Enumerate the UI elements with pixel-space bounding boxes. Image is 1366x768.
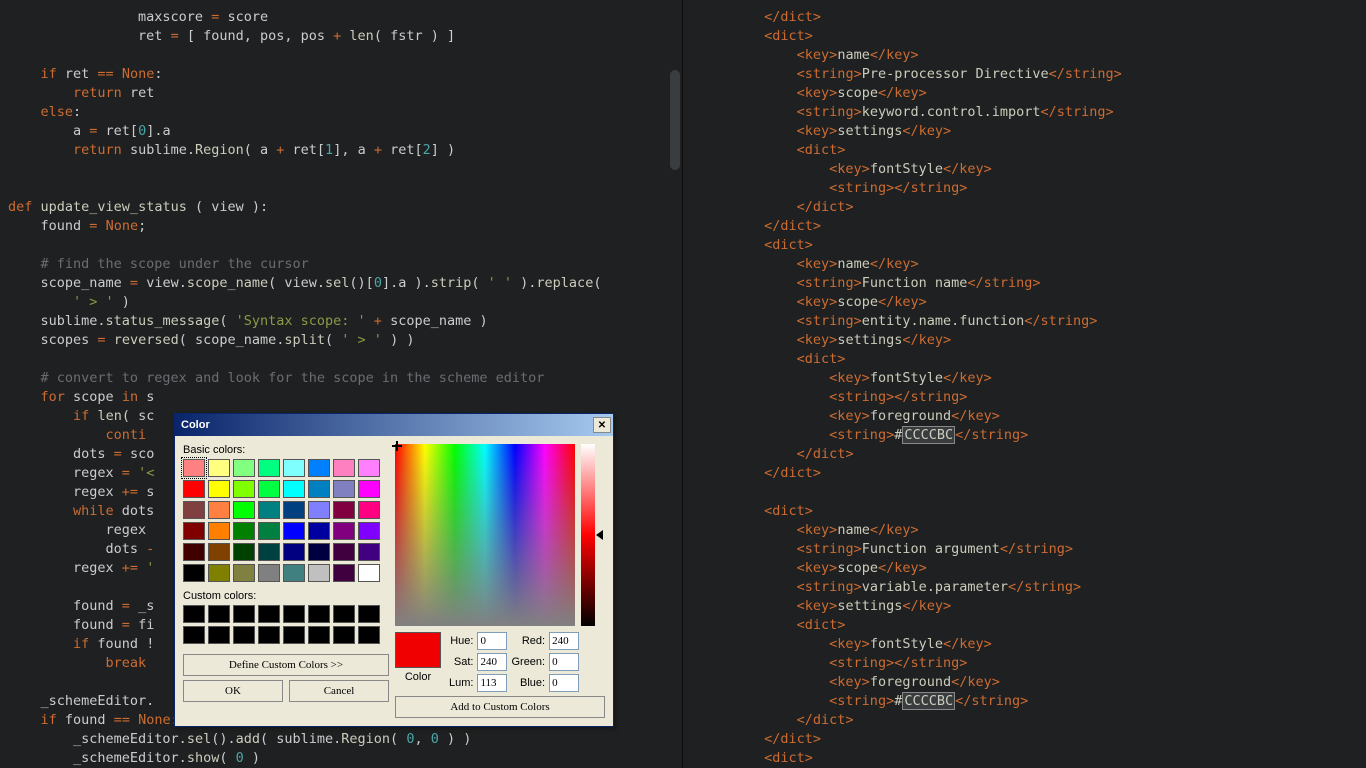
custom-colors-grid [183, 605, 389, 644]
ok-button[interactable]: OK [183, 680, 283, 702]
blue-label: Blue: [511, 677, 545, 689]
basic-color-swatch[interactable] [183, 501, 205, 519]
basic-color-swatch[interactable] [233, 543, 255, 561]
color-preview [395, 632, 441, 668]
basic-color-swatch[interactable] [258, 522, 280, 540]
custom-color-swatch[interactable] [358, 626, 380, 644]
custom-color-swatch[interactable] [208, 605, 230, 623]
basic-color-swatch[interactable] [358, 480, 380, 498]
basic-color-swatch[interactable] [233, 480, 255, 498]
dialog-title: Color [181, 419, 593, 431]
basic-color-swatch[interactable] [183, 564, 205, 582]
custom-color-swatch[interactable] [308, 605, 330, 623]
custom-color-swatch[interactable] [308, 626, 330, 644]
basic-color-swatch[interactable] [308, 459, 330, 477]
basic-color-swatch[interactable] [333, 501, 355, 519]
basic-color-swatch[interactable] [283, 564, 305, 582]
custom-color-swatch[interactable] [283, 605, 305, 623]
basic-color-swatch[interactable] [258, 501, 280, 519]
basic-color-swatch[interactable] [358, 543, 380, 561]
scrollbar-left[interactable] [670, 70, 680, 170]
basic-color-swatch[interactable] [183, 480, 205, 498]
green-input[interactable] [549, 653, 579, 671]
cancel-button[interactable]: Cancel [289, 680, 389, 702]
code-editor-right[interactable]: </dict> <dict> <key>name</key> <string>P… [683, 0, 1366, 768]
color-gradient-picker[interactable] [395, 444, 575, 626]
basic-color-swatch[interactable] [283, 522, 305, 540]
basic-colors-grid [183, 459, 389, 582]
basic-color-swatch[interactable] [358, 501, 380, 519]
custom-color-swatch[interactable] [233, 626, 255, 644]
basic-color-swatch[interactable] [358, 459, 380, 477]
basic-color-swatch[interactable] [258, 459, 280, 477]
editor-pane-right[interactable]: </dict> <dict> <key>name</key> <string>P… [683, 0, 1366, 768]
basic-color-swatch[interactable] [308, 522, 330, 540]
custom-color-swatch[interactable] [233, 605, 255, 623]
basic-color-swatch[interactable] [208, 480, 230, 498]
basic-color-swatch[interactable] [283, 543, 305, 561]
green-label: Green: [511, 656, 545, 668]
basic-color-swatch[interactable] [283, 459, 305, 477]
luminance-arrow-icon[interactable] [596, 530, 603, 540]
basic-color-swatch[interactable] [183, 459, 205, 477]
basic-color-swatch[interactable] [233, 459, 255, 477]
basic-color-swatch[interactable] [183, 543, 205, 561]
red-label: Red: [511, 635, 545, 647]
blue-input[interactable] [549, 674, 579, 692]
basic-color-swatch[interactable] [308, 480, 330, 498]
custom-color-swatch[interactable] [333, 605, 355, 623]
basic-color-swatch[interactable] [208, 543, 230, 561]
basic-color-swatch[interactable] [208, 522, 230, 540]
custom-colors-label: Custom colors: [183, 590, 389, 602]
basic-color-swatch[interactable] [308, 501, 330, 519]
basic-color-swatch[interactable] [308, 564, 330, 582]
basic-color-swatch[interactable] [233, 501, 255, 519]
hue-label: Hue: [449, 635, 473, 647]
lum-label: Lum: [449, 677, 473, 689]
lum-input[interactable] [477, 674, 507, 692]
custom-color-swatch[interactable] [208, 626, 230, 644]
basic-color-swatch[interactable] [208, 564, 230, 582]
basic-color-swatch[interactable] [258, 564, 280, 582]
basic-color-swatch[interactable] [208, 459, 230, 477]
basic-color-swatch[interactable] [208, 501, 230, 519]
custom-color-swatch[interactable] [183, 605, 205, 623]
basic-color-swatch[interactable] [333, 522, 355, 540]
basic-color-swatch[interactable] [283, 480, 305, 498]
basic-color-swatch[interactable] [333, 564, 355, 582]
luminance-strip[interactable] [581, 444, 595, 626]
sat-input[interactable] [477, 653, 507, 671]
custom-color-swatch[interactable] [258, 605, 280, 623]
color-dialog: Color ✕ Basic colors: Custom colors: Def… [174, 413, 614, 727]
basic-color-swatch[interactable] [283, 501, 305, 519]
red-input[interactable] [549, 632, 579, 650]
basic-color-swatch[interactable] [358, 564, 380, 582]
color-solid-label: Color [395, 671, 441, 683]
close-icon[interactable]: ✕ [593, 417, 611, 433]
basic-color-swatch[interactable] [258, 543, 280, 561]
dialog-titlebar[interactable]: Color ✕ [175, 414, 613, 436]
custom-color-swatch[interactable] [258, 626, 280, 644]
define-custom-colors-button[interactable]: Define Custom Colors >> [183, 654, 389, 676]
hue-input[interactable] [477, 632, 507, 650]
custom-color-swatch[interactable] [358, 605, 380, 623]
custom-color-swatch[interactable] [183, 626, 205, 644]
add-to-custom-button[interactable]: Add to Custom Colors [395, 696, 605, 718]
basic-color-swatch[interactable] [358, 522, 380, 540]
basic-color-swatch[interactable] [333, 459, 355, 477]
sat-label: Sat: [449, 656, 473, 668]
custom-color-swatch[interactable] [283, 626, 305, 644]
basic-color-swatch[interactable] [333, 480, 355, 498]
basic-color-swatch[interactable] [233, 564, 255, 582]
basic-color-swatch[interactable] [233, 522, 255, 540]
basic-color-swatch[interactable] [258, 480, 280, 498]
basic-color-swatch[interactable] [333, 543, 355, 561]
basic-colors-label: Basic colors: [183, 444, 389, 456]
basic-color-swatch[interactable] [308, 543, 330, 561]
custom-color-swatch[interactable] [333, 626, 355, 644]
basic-color-swatch[interactable] [183, 522, 205, 540]
